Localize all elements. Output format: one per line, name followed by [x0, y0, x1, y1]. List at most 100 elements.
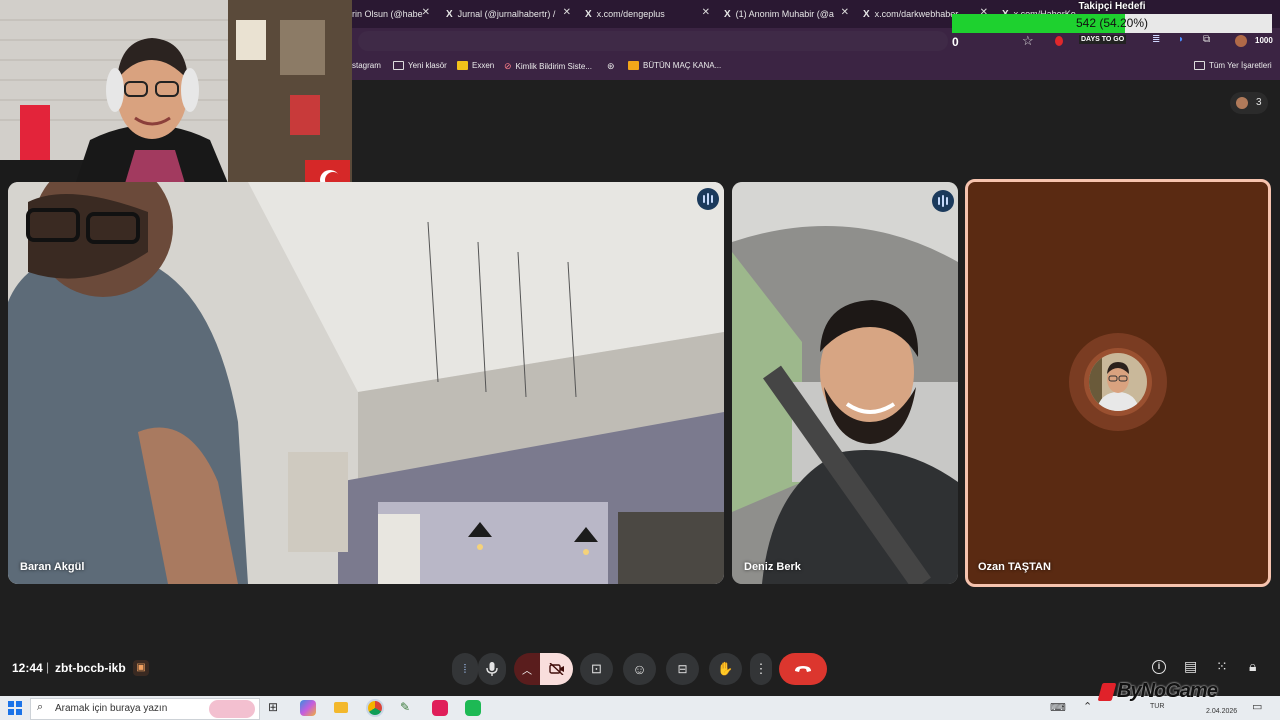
tab-title: x.com/dengeplus — [596, 9, 665, 19]
profile-avatar[interactable] — [1235, 35, 1247, 47]
camera-toggle-button[interactable] — [540, 653, 573, 685]
follower-goal-start: 0 — [952, 35, 959, 49]
reactions-button[interactable]: ☺ — [623, 653, 656, 685]
browser-tab[interactable]: rin Olsun (@habe ✕ — [352, 4, 430, 24]
activities-icon[interactable]: ⁙ — [1216, 658, 1228, 675]
bookmark-label: BÜTÜN MAÇ KANA... — [643, 61, 722, 70]
star-icon[interactable]: ☆ — [1022, 33, 1034, 49]
more-options-button[interactable]: ⋮ — [750, 653, 772, 685]
watermark-text: ByNoGame — [1117, 680, 1218, 702]
extension-icon[interactable] — [1055, 36, 1063, 46]
close-tab-icon[interactable]: ✕ — [563, 7, 571, 18]
bookmark-label: Exxen — [472, 61, 495, 70]
browser-tab[interactable]: X x.com/dengeplus ✕ — [585, 4, 710, 24]
video-tile-ozan[interactable]: Ozan TAŞTAN — [965, 179, 1271, 587]
keyboard-icon[interactable]: ⌨ — [1050, 701, 1066, 714]
chevron-up-icon[interactable]: ⌃ — [1083, 700, 1092, 713]
tab-title: (1) Anonim Muhabir (@a — [735, 9, 834, 19]
captions-button[interactable]: ⊟ — [666, 653, 699, 685]
bookmark-item[interactable]: Yeni klasör — [393, 61, 447, 70]
extension-icon[interactable]: ◗ — [1178, 34, 1184, 45]
follower-goal-value: 542 (54.20%) — [1075, 16, 1149, 30]
notifications-icon[interactable]: ▭ — [1252, 700, 1262, 713]
chat-icon[interactable]: ▤ — [1184, 658, 1197, 675]
bookmarks-bar: stagram Yeni klasör Exxen ⊘ Kimlik Bildi… — [352, 54, 1280, 80]
extension-icon[interactable]: ≣ — [1152, 34, 1160, 45]
follower-goal-title: Takipçi Hedefi — [1078, 1, 1146, 12]
participant-name: Baran Akgül — [20, 561, 85, 573]
x-logo-icon: X — [863, 8, 870, 20]
x-logo-icon: X — [585, 8, 592, 20]
more-vert-icon: ⋮ — [754, 661, 768, 676]
camera-options-button[interactable]: ︿ — [514, 653, 540, 685]
participant-count: 3 — [1256, 97, 1262, 108]
close-tab-icon[interactable]: ✕ — [841, 7, 849, 18]
host-lock-icon[interactable]: 🔒︎ — [1249, 658, 1256, 675]
globe-icon: ⊛ — [607, 61, 615, 71]
video-feed — [732, 182, 958, 584]
bookmark-label: Yeni klasör — [408, 61, 447, 70]
present-icon: ⊡ — [591, 661, 602, 676]
bynogame-watermark: ByNoGame — [1097, 680, 1218, 703]
close-tab-icon[interactable]: ✕ — [702, 7, 710, 18]
bookmark-item[interactable]: ⊛ — [607, 61, 615, 72]
bookmark-item[interactable]: ⊘ Kimlik Bildirim Siste... — [504, 61, 592, 72]
exxen-icon — [457, 61, 468, 70]
task-view-icon[interactable]: ⊞ — [268, 700, 278, 714]
days-to-go-badge[interactable]: DAYS TO GO — [1079, 35, 1127, 44]
present-screen-button[interactable]: ⊡ — [580, 653, 613, 685]
emoji-icon: ☺ — [632, 661, 647, 677]
all-bookmarks-label: Tüm Yer İşaretleri — [1209, 61, 1272, 70]
microphone-button[interactable] — [478, 653, 506, 685]
windows-taskbar: ⌕ Aramak için buraya yazın ⊞ ✎ ⌨ ⌃ TUR 2… — [0, 696, 1280, 720]
leave-call-button[interactable] — [779, 653, 827, 685]
meeting-time: 12:44 — [12, 661, 43, 675]
windows-start-icon[interactable] — [8, 701, 22, 715]
copilot-icon[interactable] — [300, 700, 316, 716]
notepad-icon[interactable]: ✎ — [400, 700, 410, 714]
participants-chip[interactable]: 3 — [1230, 92, 1268, 114]
counter-label: 1000 — [1255, 36, 1273, 45]
video-tile-baran[interactable]: Baran Akgül — [8, 182, 724, 584]
system-date[interactable]: 2.04.2026 — [1206, 708, 1237, 715]
close-tab-icon[interactable]: ✕ — [422, 7, 430, 18]
follower-goal-bar: 542 (54.20%) — [952, 14, 1272, 33]
extensions-puzzle-icon[interactable]: ⧉ — [1203, 34, 1210, 45]
bynogame-logo-icon — [1097, 682, 1117, 701]
participant-avatar — [1236, 97, 1248, 109]
end-call-icon — [795, 666, 811, 672]
host-controls-icon[interactable]: ▣ — [133, 660, 149, 676]
search-icon: ⌕ — [37, 701, 44, 713]
taskbar-search-input[interactable]: ⌕ Aramak için buraya yazın — [30, 698, 260, 720]
video-feed — [8, 182, 724, 584]
participant-avatar — [1089, 353, 1147, 411]
x-logo-icon: X — [724, 8, 731, 20]
app-icon[interactable] — [465, 700, 481, 716]
file-explorer-icon[interactable] — [334, 702, 348, 713]
browser-tab[interactable]: X Jurnal (@jurnalhabertr) / ✕ — [446, 4, 571, 24]
browser-tab[interactable]: X (1) Anonim Muhabir (@a ✕ — [724, 4, 849, 24]
participant-name: Ozan TAŞTAN — [978, 561, 1051, 573]
tab-title: x.com/darkwebhaber — [874, 9, 959, 19]
search-placeholder: Aramak için buraya yazın — [55, 703, 168, 714]
all-bookmarks-button[interactable]: Tüm Yer İşaretleri — [1194, 61, 1272, 70]
url-input[interactable] — [358, 31, 948, 51]
separator: | — [46, 660, 50, 674]
folder-icon — [393, 61, 404, 70]
app-icon[interactable] — [432, 700, 448, 716]
video-tile-deniz[interactable]: Deniz Berk — [732, 182, 958, 584]
meeting-info-icon[interactable]: i — [1152, 660, 1166, 674]
tab-title: Jurnal (@jurnalhabertr) / — [457, 9, 556, 19]
speaking-indicator-icon — [697, 188, 719, 210]
bookmark-item[interactable]: Exxen — [457, 61, 494, 70]
chevron-up-icon: ︿ — [522, 665, 532, 677]
participant-name: Deniz Berk — [744, 561, 801, 573]
bookmark-label: Kimlik Bildirim Siste... — [515, 62, 592, 71]
x-logo-icon: X — [446, 8, 453, 20]
raise-hand-button[interactable]: ✋ — [709, 653, 742, 685]
bookmark-item[interactable]: stagram — [352, 61, 381, 70]
chrome-icon[interactable] — [366, 699, 384, 717]
audio-visualizer-button[interactable]: ⦙ — [452, 653, 478, 685]
input-language[interactable]: TUR — [1150, 703, 1164, 710]
bookmark-item[interactable]: BÜTÜN MAÇ KANA... — [628, 61, 721, 70]
